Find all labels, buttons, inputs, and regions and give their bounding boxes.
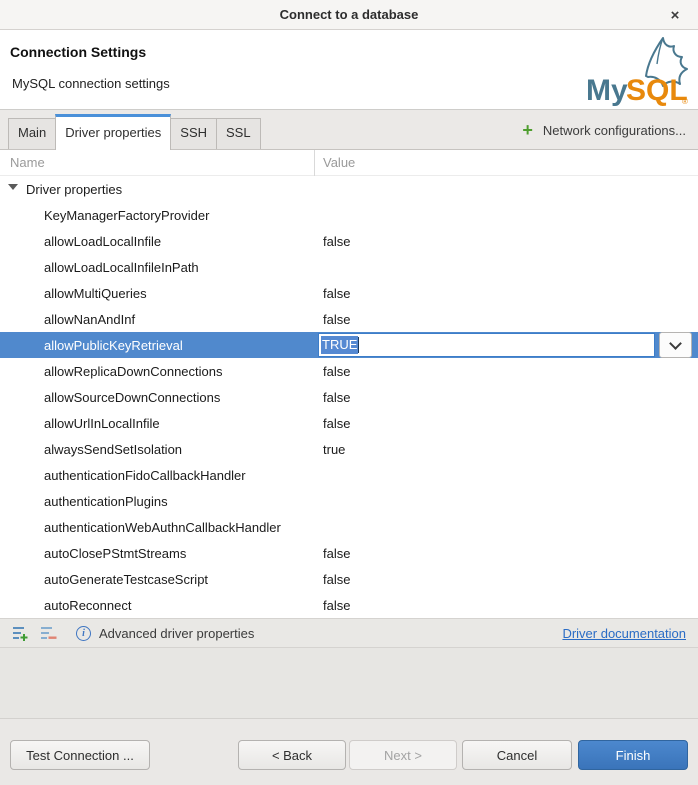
page-subtitle: MySQL connection settings	[12, 76, 170, 91]
tab-ssl[interactable]: SSL	[216, 118, 261, 149]
tab-main[interactable]: Main	[8, 118, 57, 149]
svg-text:My: My	[586, 74, 628, 107]
dialog-header: Connection Settings MySQL connection set…	[0, 30, 698, 110]
selected-text: TRUE	[321, 336, 359, 354]
table-row[interactable]: allowPublicKeyRetrieval TRUE	[0, 332, 698, 358]
remove-property-icon[interactable]	[40, 625, 58, 641]
back-button[interactable]: < Back	[238, 740, 346, 770]
svg-text:SQL: SQL	[626, 74, 688, 107]
property-name: KeyManagerFactoryProvider	[44, 207, 210, 223]
window-title: Connect to a database	[279, 7, 419, 22]
property-value: false	[323, 285, 351, 301]
chevron-down-icon	[669, 336, 682, 350]
mysql-logo-icon: My SQL ®	[586, 37, 688, 107]
property-value: false	[323, 389, 351, 405]
table-row[interactable]: alwaysSendSetIsolation true	[0, 436, 698, 462]
property-name: authenticationFidoCallbackHandler	[44, 467, 246, 483]
add-property-icon[interactable]	[12, 625, 30, 641]
table-row[interactable]: autoClosePStmtStreams false	[0, 540, 698, 566]
table-row[interactable]: allowLoadLocalInfileInPath	[0, 254, 698, 280]
table-header: Name Value	[0, 149, 698, 176]
table-row[interactable]: allowUrlInLocalInfile false	[0, 410, 698, 436]
property-value: false	[323, 415, 351, 431]
property-name: autoClosePStmtStreams	[44, 545, 187, 561]
table-row[interactable]: authenticationFidoCallbackHandler	[0, 462, 698, 488]
next-button: Next >	[349, 740, 457, 770]
property-name: autoReconnect	[44, 597, 132, 613]
property-name: authenticationWebAuthnCallbackHandler	[44, 519, 281, 535]
property-name: alwaysSendSetIsolation	[44, 441, 183, 457]
value-editor-input[interactable]: TRUE	[318, 333, 655, 357]
group-row-driver-properties[interactable]: Driver properties	[0, 176, 698, 202]
property-name: allowNanAndInf	[44, 311, 136, 327]
table-row[interactable]: allowSourceDownConnections false	[0, 384, 698, 410]
property-value: true	[323, 441, 346, 457]
property-name: allowLoadLocalInfile	[44, 233, 162, 249]
tab-ssh[interactable]: SSH	[170, 118, 218, 149]
tab-driver-properties[interactable]: Driver properties	[55, 114, 172, 150]
column-header-name[interactable]: Name	[0, 149, 315, 176]
table-row[interactable]: allowLoadLocalInfile false	[0, 228, 698, 254]
column-header-value[interactable]: Value	[315, 155, 355, 170]
cancel-button[interactable]: Cancel	[462, 740, 572, 770]
property-value: false	[323, 233, 351, 249]
driver-documentation-link[interactable]: Driver documentation	[562, 626, 686, 641]
property-name: autoGenerateTestcaseScript	[44, 571, 209, 587]
property-value: false	[323, 597, 351, 613]
titlebar: Connect to a database ×	[0, 0, 698, 30]
table-row[interactable]: autoGenerateTestcaseScript false	[0, 566, 698, 592]
property-value: false	[323, 571, 351, 587]
table-row[interactable]: allowMultiQueries false	[0, 280, 698, 306]
network-configurations-label: Network configurations...	[542, 122, 686, 138]
network-configurations-button[interactable]: + Network configurations...	[522, 110, 686, 150]
group-label: Driver properties	[26, 181, 123, 197]
page-title: Connection Settings	[10, 44, 147, 60]
table-body: KeyManagerFactoryProvider allowLoadLocal…	[0, 202, 698, 618]
plus-icon: +	[522, 120, 533, 140]
tree-collapse-icon[interactable]	[8, 184, 18, 190]
tab-strip: Main Driver properties SSH SSL + Network…	[0, 110, 698, 150]
value-dropdown-button[interactable]	[659, 332, 692, 358]
driver-properties-table: Name Value Driver properties KeyManagerF…	[0, 149, 698, 618]
text-caret	[358, 337, 360, 353]
table-row[interactable]: allowNanAndInf false	[0, 306, 698, 332]
table-row[interactable]: KeyManagerFactoryProvider	[0, 202, 698, 228]
info-row: i Advanced driver properties	[76, 625, 255, 641]
table-row[interactable]: authenticationWebAuthnCallbackHandler	[0, 514, 698, 540]
connect-dialog: Connect to a database × Connection Setti…	[0, 0, 698, 785]
table-toolbar: i Advanced driver properties Driver docu…	[0, 618, 698, 648]
info-icon: i	[76, 625, 91, 641]
table-row[interactable]: authenticationPlugins	[0, 488, 698, 514]
svg-text:®: ®	[682, 97, 688, 106]
footer-button-bar: Test Connection ... < Back Next > Cancel…	[0, 718, 698, 785]
test-connection-button[interactable]: Test Connection ...	[10, 740, 150, 770]
advanced-properties-label: Advanced driver properties	[99, 625, 255, 641]
property-value: false	[323, 545, 351, 561]
property-name: allowUrlInLocalInfile	[44, 415, 160, 431]
dialog-body-gap	[0, 648, 698, 718]
property-name: allowPublicKeyRetrieval	[44, 337, 183, 353]
table-row[interactable]: allowReplicaDownConnections false	[0, 358, 698, 384]
finish-button[interactable]: Finish	[578, 740, 688, 770]
table-row[interactable]: autoReconnect false	[0, 592, 698, 618]
property-name: allowReplicaDownConnections	[44, 363, 223, 379]
property-name: allowSourceDownConnections	[44, 389, 221, 405]
property-value: false	[323, 311, 351, 327]
close-icon[interactable]: ×	[660, 0, 690, 30]
property-name: allowMultiQueries	[44, 285, 147, 301]
property-value: false	[323, 363, 351, 379]
property-name: authenticationPlugins	[44, 493, 168, 509]
property-name: allowLoadLocalInfileInPath	[44, 259, 199, 275]
